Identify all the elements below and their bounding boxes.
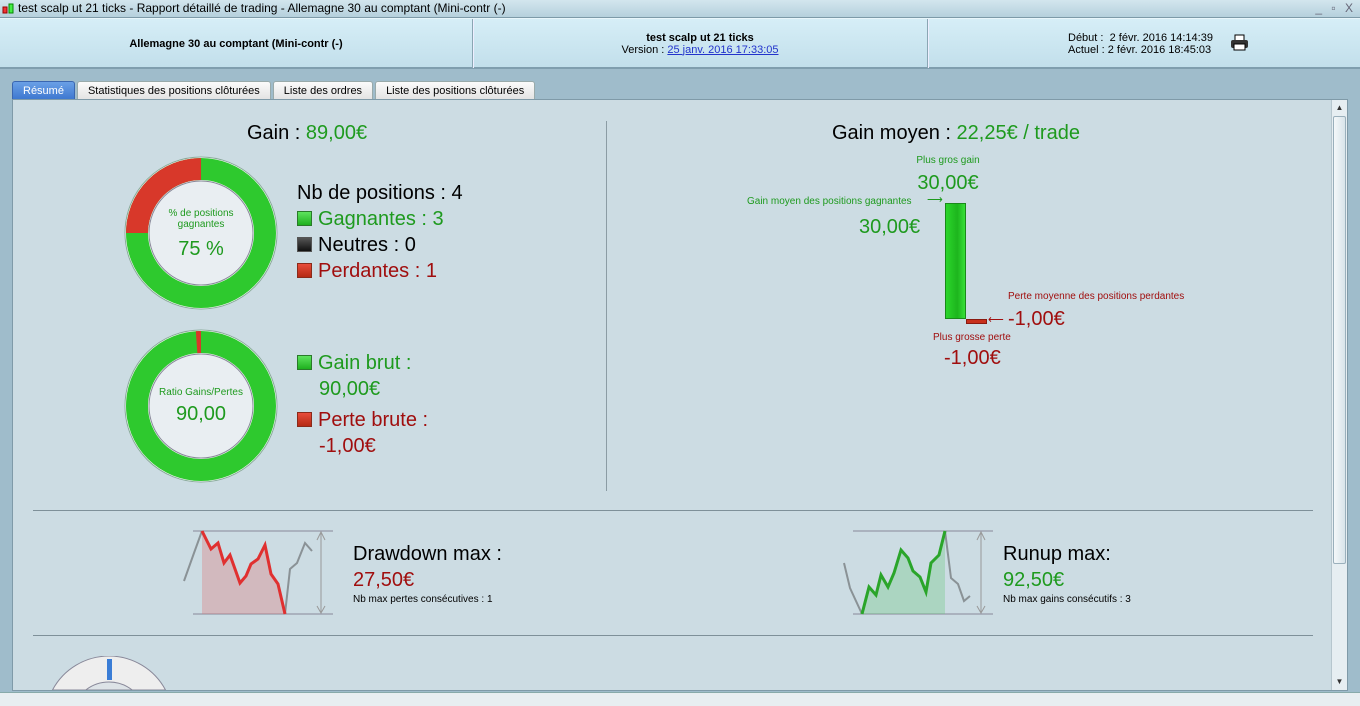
tab-bar: Résumé Statistiques des positions clôtur… <box>12 81 536 100</box>
max-consecutive-wins: Nb max gains consécutifs : 3 <box>1003 594 1131 605</box>
vertical-scrollbar[interactable]: ▲ ▼ <box>1331 100 1347 690</box>
max-consecutive-losses: Nb max pertes consécutives : 1 <box>353 594 493 605</box>
scroll-thumb[interactable] <box>1333 116 1346 564</box>
positions-count: Nb de positions : 4 <box>297 182 463 204</box>
gauge-partial <box>51 656 167 690</box>
gross-gain-legend: Gain brut : <box>297 352 411 375</box>
avg-loss-label: Perte moyenne des positions perdantes <box>1008 291 1185 302</box>
drawdown-label: Drawdown max : <box>353 543 502 565</box>
drawdown-value: 27,50€ <box>353 569 415 591</box>
version-link[interactable]: 25 janv. 2016 17:33:05 <box>667 44 778 56</box>
runup-label: Runup max: <box>1003 543 1111 565</box>
win-rate-donut <box>124 156 278 310</box>
gain-heading: Gain : 89,00€ <box>247 122 367 145</box>
start-label: Début : <box>1068 31 1104 44</box>
green-square-icon <box>297 211 312 226</box>
tab-closed-position-stats[interactable]: Statistiques des positions clôturées <box>76 81 271 100</box>
gross-loss-legend: Perte brute : <box>297 409 428 432</box>
print-icon[interactable] <box>1230 34 1250 52</box>
avg-loss-bar <box>966 319 987 324</box>
ratio-donut-caption: Ratio Gains/Pertes <box>159 387 243 398</box>
gain-label: Gain : <box>247 122 301 144</box>
current-label: Actuel : <box>1068 43 1105 56</box>
version-label: Version : <box>621 43 665 56</box>
status-bar <box>0 692 1360 706</box>
tab-order-list[interactable]: Liste des ordres <box>272 81 374 100</box>
title-bar: test scalp ut 21 ticks - Rapport détaill… <box>0 0 1360 18</box>
horizontal-divider <box>33 510 1313 511</box>
start-value: 2 févr. 2016 14:14:39 <box>1109 31 1213 44</box>
winners-legend: Gagnantes : 3 <box>297 208 444 231</box>
avg-win-bar <box>945 203 966 319</box>
report-header: Allemagne 30 au comptant (Mini-contr (-)… <box>0 18 1360 69</box>
biggest-gain-label: Plus gros gain <box>916 155 980 166</box>
gross-loss-value: -1,00€ <box>319 435 376 457</box>
instrument-name: Allemagne 30 au comptant (Mini-contr (-) <box>129 37 343 50</box>
biggest-loss-label: Plus grosse perte <box>933 332 1011 343</box>
horizontal-divider <box>33 635 1313 636</box>
avg-win-label: Gain moyen des positions gagnantes <box>747 196 912 207</box>
biggest-gain-value: 30,00€ <box>917 172 979 194</box>
green-square-icon <box>297 355 312 370</box>
win-donut-value: 75 % <box>178 238 224 260</box>
candlestick-app-icon <box>2 3 14 14</box>
red-square-icon <box>297 412 312 427</box>
gross-gain-value: 90,00€ <box>319 378 381 400</box>
runup-value: 92,50€ <box>1003 569 1065 591</box>
gauge-needle <box>107 659 112 680</box>
window-controls[interactable]: _ ▫ X <box>1315 0 1356 17</box>
tab-closed-position-list[interactable]: Liste des positions clôturées <box>375 81 536 100</box>
summary-panel: Gain : 89,00€ % de positions gagnantes 7… <box>12 99 1348 691</box>
window-title: test scalp ut 21 ticks - Rapport détaill… <box>18 1 506 15</box>
losers-legend: Perdantes : 1 <box>297 260 437 283</box>
arrow-right-icon: ⟶ <box>927 194 943 206</box>
arrow-left-icon: ⟵ <box>988 314 1004 326</box>
red-square-icon <box>297 263 312 278</box>
scroll-up-icon[interactable]: ▲ <box>1333 101 1346 115</box>
avg-win-value: 30,00€ <box>859 216 921 238</box>
drawdown-sparkline <box>183 530 333 615</box>
black-square-icon <box>297 237 312 252</box>
vertical-divider <box>606 121 607 491</box>
avg-gain-heading: Gain moyen : 22,25€ / trade <box>832 122 1080 144</box>
avg-loss-value: -1,00€ <box>1008 308 1065 330</box>
system-name: test scalp ut 21 ticks <box>646 31 754 44</box>
tab-resume[interactable]: Résumé <box>12 81 75 100</box>
biggest-loss-value: -1,00€ <box>944 347 1001 369</box>
gain-value: 89,00€ <box>305 122 368 144</box>
neutral-legend: Neutres : 0 <box>297 234 416 257</box>
runup-sparkline <box>843 530 993 615</box>
current-value: 2 févr. 2016 18:45:03 <box>1107 43 1212 56</box>
ratio-donut-value: 90,00 <box>175 403 227 425</box>
win-donut-caption: % de positions gagnantes <box>168 208 234 230</box>
scroll-down-icon[interactable]: ▼ <box>1333 675 1346 689</box>
